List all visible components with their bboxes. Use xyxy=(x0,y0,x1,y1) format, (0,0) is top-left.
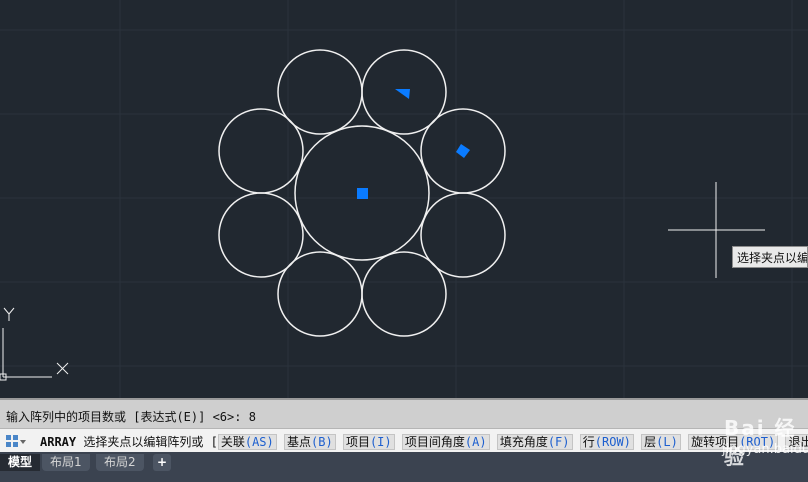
command-menu-icon[interactable] xyxy=(5,433,27,449)
tab-layout1[interactable]: 布局1 xyxy=(42,454,90,471)
watermark-url: jingyan.baidu.com xyxy=(722,442,808,457)
array-circle xyxy=(218,192,304,278)
command-prompt: ARRAY 选择夹点以编辑阵列或 [关联(AS) 基点(B) 项目(I) 项目间… xyxy=(40,433,808,450)
array-circle xyxy=(218,108,304,194)
options-open-bracket: [ xyxy=(210,435,218,449)
option-rows[interactable]: 行(ROW) xyxy=(579,434,634,450)
command-line[interactable]: ARRAY 选择夹点以编辑阵列或 [关联(AS) 基点(B) 项目(I) 项目间… xyxy=(0,428,808,452)
grip-tooltip: 选择夹点以编 xyxy=(732,246,808,268)
ucs-icon xyxy=(0,307,69,381)
add-layout-button[interactable]: + xyxy=(153,454,171,471)
option-levels[interactable]: 层(L) xyxy=(641,434,681,450)
drawing-canvas[interactable]: 选择夹点以编 xyxy=(0,0,808,398)
option-angle-between[interactable]: 项目间角度(A) xyxy=(401,434,490,450)
option-items[interactable]: 项目(I) xyxy=(342,434,395,450)
drawing-svg[interactable] xyxy=(0,0,808,398)
command-name: ARRAY xyxy=(40,435,77,449)
command-history-text: 输入阵列中的项目数或 [表达式(E)] <6>: 8 xyxy=(6,410,256,424)
triangle-grip[interactable] xyxy=(395,89,410,99)
option-associative[interactable]: 关联(AS) xyxy=(217,434,277,450)
layout-tab-bar: 模型 布局1 布局2 + xyxy=(0,452,808,482)
watermark-brand: Bai 经验 xyxy=(724,416,797,469)
square-grip[interactable] xyxy=(456,144,470,158)
option-base-point[interactable]: 基点(B) xyxy=(284,434,336,450)
tab-layout2[interactable]: 布局2 xyxy=(96,454,144,471)
tab-model[interactable]: 模型 xyxy=(0,454,41,471)
command-history: 输入阵列中的项目数或 [表达式(E)] <6>: 8 xyxy=(0,398,808,428)
option-fill-angle[interactable]: 填充角度(F) xyxy=(496,434,573,450)
grid xyxy=(0,0,808,398)
array-circle xyxy=(361,251,447,337)
base-grip[interactable] xyxy=(357,188,368,199)
command-prompt-text: 选择夹点以编辑阵列或 xyxy=(83,435,204,449)
